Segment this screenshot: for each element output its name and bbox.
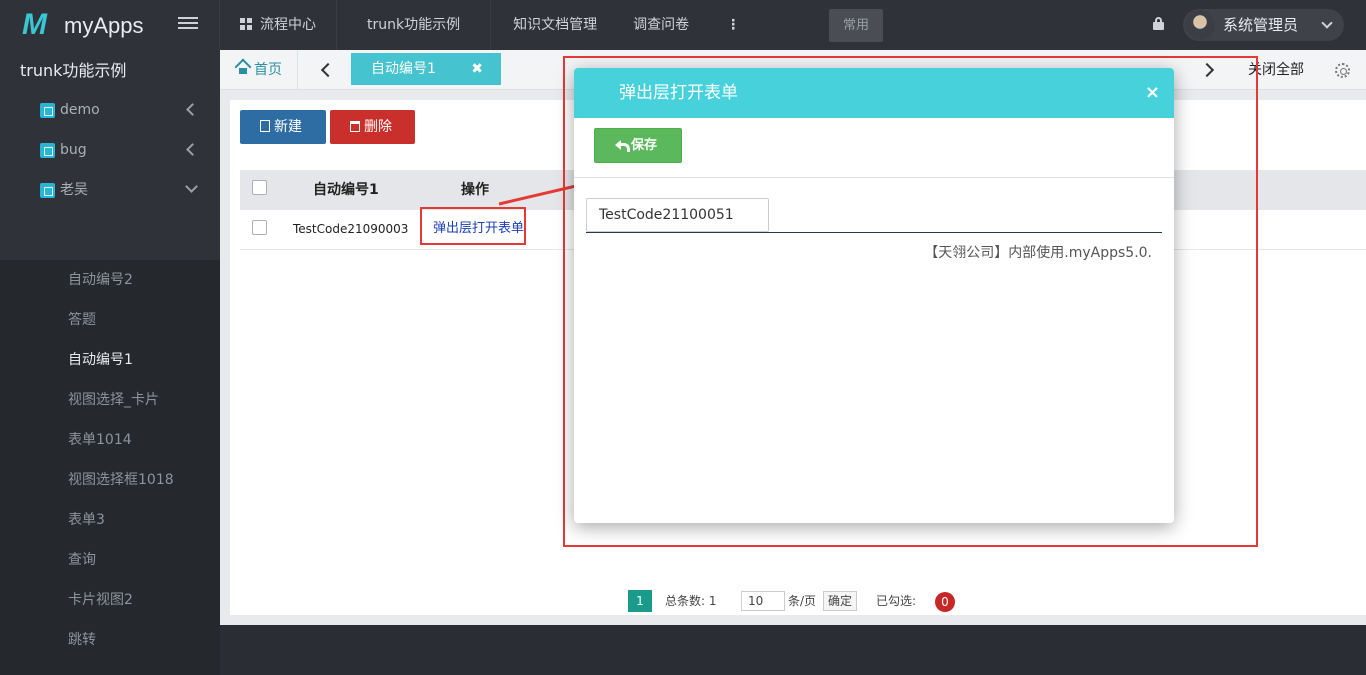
confirm-button[interactable]: 确定 [823, 591, 857, 611]
sidebar-submenu: 自动编号2 答题 自动编号1 视图选择_卡片 表单1014 视图选择框1018 … [0, 260, 220, 675]
close-icon[interactable]: ✖ [471, 53, 483, 85]
per-page-label: 条/页 [788, 594, 817, 608]
select-all-checkbox[interactable] [252, 180, 267, 195]
sidebar-item-form3[interactable]: 表单3 [68, 500, 105, 540]
sidebar-item-jump[interactable]: 跳转 [68, 620, 96, 660]
chevron-left-icon[interactable] [320, 62, 336, 78]
tab-home[interactable]: 首页 [236, 50, 282, 90]
grid-icon [240, 18, 252, 30]
chevron-left-icon [186, 103, 199, 116]
page-size-input[interactable]: 10 [741, 591, 785, 611]
more-menu-icon[interactable]: ⋮ [713, 0, 753, 50]
user-menu[interactable]: 系统管理员 [1183, 9, 1344, 41]
sidebar-item-autonum2[interactable]: 自动编号2 [68, 260, 133, 300]
sidebar-group-demo[interactable]: demo [0, 90, 220, 130]
document-icon [260, 120, 270, 132]
sidebar-item-view-select-box1018[interactable]: 视图选择框1018 [68, 460, 174, 500]
dialog-header: 弹出层打开表单 × [574, 68, 1174, 118]
new-button[interactable]: 新建 [240, 110, 326, 144]
sidebar-item-view-select-card[interactable]: 视图选择_卡片 [68, 380, 159, 420]
sidebar-item-autonum1[interactable]: 自动编号1 [68, 340, 133, 380]
cell-code: TestCode21090003 [293, 222, 409, 236]
top-bar: M myApps 流程中心 trunk功能示例 知识文档管理 调查问卷 ⋮ 常用… [0, 0, 1366, 50]
field-underline [586, 232, 1162, 233]
form-popup-dialog: 弹出层打开表单 × 保存 TestCode21100051 【天翎公司】内部使用… [574, 68, 1174, 523]
common-button[interactable]: 常用 [829, 9, 883, 42]
top-nav: 流程中心 trunk功能示例 知识文档管理 调查问卷 ⋮ [220, 0, 753, 50]
total-count: 总条数: 1 [665, 594, 717, 608]
module-icon [40, 183, 55, 198]
menu-toggle-icon[interactable] [178, 17, 198, 33]
column-header-autonum1[interactable]: 自动编号1 [313, 170, 379, 210]
module-icon [40, 143, 55, 158]
dialog-title: 弹出层打开表单 [619, 83, 738, 103]
selected-count-badge: 0 [935, 592, 955, 612]
sidebar-item-form1014[interactable]: 表单1014 [68, 420, 132, 460]
nav-workflow-center[interactable]: 流程中心 [220, 0, 337, 50]
sidebar-item-answer[interactable]: 答题 [68, 300, 96, 340]
module-icon [40, 103, 55, 118]
nav-survey[interactable]: 调查问卷 [613, 0, 713, 50]
chevron-down-icon [1321, 17, 1333, 29]
close-icon[interactable]: × [1145, 68, 1160, 118]
sidebar-group-laowu[interactable]: 老吴 [0, 170, 220, 210]
gear-icon[interactable] [1335, 63, 1350, 78]
lock-icon[interactable] [1153, 17, 1164, 30]
trash-icon [350, 121, 360, 132]
tab-autonum1[interactable]: 自动编号1 ✖ [351, 53, 501, 85]
app-name: myApps [64, 13, 144, 38]
delete-button[interactable]: 删除 [330, 110, 415, 144]
divider [574, 177, 1174, 178]
annotation-highlight-box [420, 207, 526, 245]
row-checkbox[interactable] [252, 220, 267, 235]
sidebar-item-card-view2[interactable]: 卡片视图2 [68, 580, 133, 620]
home-icon [236, 63, 250, 75]
save-button[interactable]: 保存 [594, 128, 682, 163]
footer-note: 【天翎公司】内部使用.myApps5.0. [924, 245, 1152, 261]
divider [297, 50, 298, 90]
logo-mark: M [22, 8, 47, 41]
column-header-action: 操作 [461, 182, 489, 198]
sidebar-group-bug[interactable]: bug [0, 130, 220, 170]
chevron-down-icon [185, 180, 198, 193]
logo[interactable]: M myApps [0, 0, 220, 50]
reply-icon [615, 139, 630, 152]
page-number[interactable]: 1 [628, 590, 652, 612]
user-name: 系统管理员 [1223, 16, 1299, 34]
avatar [1185, 10, 1215, 40]
nav-knowledge-docs[interactable]: 知识文档管理 [491, 0, 613, 50]
sidebar-item-query[interactable]: 查询 [68, 540, 96, 580]
nav-trunk-demo[interactable]: trunk功能示例 [337, 0, 492, 50]
autonum-field[interactable]: TestCode21100051 [586, 198, 769, 232]
sidebar: trunk功能示例 demo bug 老吴 自动编号2 答题 自动编号1 视图选… [0, 50, 220, 675]
chevron-left-icon [186, 143, 199, 156]
selected-label: 已勾选: [876, 594, 917, 608]
sidebar-title: trunk功能示例 [20, 61, 127, 80]
